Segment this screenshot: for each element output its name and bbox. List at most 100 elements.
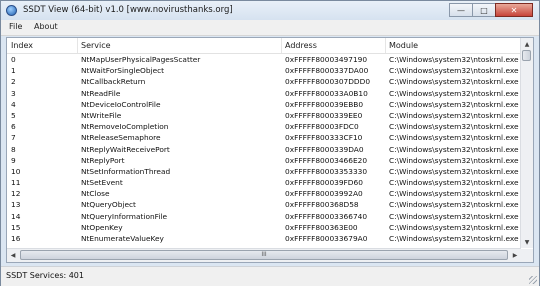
cell-module: C:\Windows\system32\ntoskrnl.exe bbox=[389, 110, 519, 120]
ssdt-list[interactable]: Index Service Address Module 0 NtMapUserP… bbox=[6, 37, 534, 263]
cell-index: 4 bbox=[11, 99, 16, 109]
maximize-button[interactable]: □ bbox=[472, 3, 496, 17]
table-row[interactable]: 2 NtCallbackReturn 0xFFFFF8000307DDD0 C:\Wi… bbox=[7, 76, 521, 87]
horizontal-scrollbar[interactable]: ◀ III ▶ bbox=[7, 248, 521, 262]
cell-service: NtQueryInformationFile bbox=[81, 211, 168, 221]
minimize-icon: — bbox=[457, 5, 465, 15]
maximize-icon: □ bbox=[480, 5, 488, 15]
table-row[interactable]: 16 NtEnumerateValueKey 0xFFFFF800033679A0 C… bbox=[7, 233, 521, 244]
cell-address: 0xFFFFF8000339EE0 bbox=[285, 110, 363, 120]
column-divider[interactable] bbox=[385, 38, 386, 53]
column-header-address[interactable]: Address bbox=[285, 41, 317, 50]
column-header-index[interactable]: Index bbox=[11, 41, 33, 50]
cell-service: NtWaitForSingleObject bbox=[81, 66, 165, 76]
cell-address: 0xFFFFF8000337DA00 bbox=[285, 66, 369, 76]
list-rows: 0 NtMapUserPhysicalPagesScatter 0xFFFFF800… bbox=[7, 54, 521, 244]
cell-module: C:\Windows\system32\ntoskrnl.exe bbox=[389, 122, 519, 132]
cell-address: 0xFFFFF800368D58 bbox=[285, 200, 359, 210]
cell-module: C:\Windows\system32\ntoskrnl.exe bbox=[389, 166, 519, 176]
window-title: SSDT View (64-bit) v1.0 [www.novirusthan… bbox=[23, 5, 233, 15]
minimize-button[interactable]: — bbox=[449, 3, 473, 17]
status-text: SSDT Services: 401 bbox=[6, 271, 84, 280]
cell-service: NtOpenKey bbox=[81, 222, 123, 232]
cell-module: C:\Windows\system32\ntoskrnl.exe bbox=[389, 88, 519, 98]
cell-module: C:\Windows\system32\ntoskrnl.exe bbox=[389, 99, 519, 109]
window-controls: — □ ✕ bbox=[449, 3, 533, 17]
close-button[interactable]: ✕ bbox=[495, 3, 533, 17]
column-divider[interactable] bbox=[281, 38, 282, 53]
horizontal-scroll-thumb[interactable]: III bbox=[20, 250, 508, 260]
table-row[interactable]: 0 NtMapUserPhysicalPagesScatter 0xFFFFF800… bbox=[7, 54, 521, 65]
table-row[interactable]: 9 NtReplyPort 0xFFFFF80003466E20 C:\Windows… bbox=[7, 155, 521, 166]
cell-address: 0xFFFFF800039FD60 bbox=[285, 178, 363, 188]
cell-index: 11 bbox=[11, 178, 21, 188]
cell-service: NtSetEvent bbox=[81, 178, 123, 188]
cell-index: 8 bbox=[11, 144, 16, 154]
scroll-left-arrow-icon[interactable]: ◀ bbox=[7, 249, 19, 262]
cell-index: 5 bbox=[11, 110, 16, 120]
cell-address: 0xFFFFF80003366740 bbox=[285, 211, 368, 221]
cell-address: 0xFFFFF8000339DA0 bbox=[285, 144, 364, 154]
cell-module: C:\Windows\system32\ntoskrnl.exe bbox=[389, 211, 519, 221]
cell-index: 3 bbox=[11, 88, 16, 98]
table-row[interactable]: 11 NtSetEvent 0xFFFFF800039FD60 C:\Windows\… bbox=[7, 177, 521, 188]
menu-bar: File About bbox=[1, 20, 539, 36]
resize-grip-icon[interactable] bbox=[529, 276, 537, 284]
cell-index: 9 bbox=[11, 155, 16, 165]
app-icon bbox=[6, 5, 17, 16]
table-row[interactable]: 13 NtQueryObject 0xFFFFF800368D58 C:\Window… bbox=[7, 199, 521, 210]
table-row[interactable]: 1 NtWaitForSingleObject 0xFFFFF8000337DA00… bbox=[7, 65, 521, 76]
cell-module: C:\Windows\system32\ntoskrnl.exe bbox=[389, 155, 519, 165]
cell-service: NtQueryObject bbox=[81, 200, 136, 210]
scroll-grip-icon: III bbox=[261, 251, 267, 258]
cell-address: 0xFFFFF80003353330 bbox=[285, 166, 368, 176]
cell-module: C:\Windows\system32\ntoskrnl.exe bbox=[389, 222, 519, 232]
table-row[interactable]: 12 NtClose 0xFFFFF80003992A0 C:\Windows\sys… bbox=[7, 188, 521, 199]
column-divider[interactable] bbox=[77, 38, 78, 53]
cell-index: 6 bbox=[11, 122, 16, 132]
scroll-up-arrow-icon[interactable]: ▲ bbox=[521, 38, 533, 50]
cell-service: NtClose bbox=[81, 189, 110, 199]
cell-index: 12 bbox=[11, 189, 21, 199]
cell-service: NtEnumerateValueKey bbox=[81, 234, 164, 243]
column-header-module[interactable]: Module bbox=[389, 41, 418, 50]
cell-service: NtDeviceIoControlFile bbox=[81, 99, 161, 109]
cell-module: C:\Windows\system32\ntoskrnl.exe bbox=[389, 200, 519, 210]
table-row[interactable]: 8 NtReplyWaitReceivePort 0xFFFFF8000339DA0… bbox=[7, 144, 521, 155]
status-bar: SSDT Services: 401 bbox=[1, 266, 539, 286]
cell-address: 0xFFFFF80003FDC0 bbox=[285, 122, 359, 132]
table-row[interactable]: 3 NtReadFile 0xFFFFF800033A0B10 C:\Windows\… bbox=[7, 88, 521, 99]
cell-service: NtReplyWaitReceivePort bbox=[81, 144, 170, 154]
table-row[interactable]: 14 NtQueryInformationFile 0xFFFFF800033667… bbox=[7, 211, 521, 222]
scroll-down-arrow-icon[interactable]: ▼ bbox=[521, 236, 533, 248]
scrollbar-corner bbox=[520, 249, 533, 262]
table-row[interactable]: 10 NtSetInformationThread 0xFFFFF800033533… bbox=[7, 166, 521, 177]
table-row[interactable]: 6 NtRemoveIoCompletion 0xFFFFF80003FDC0 C:\… bbox=[7, 121, 521, 132]
vertical-scrollbar[interactable]: ▲ ▼ bbox=[520, 38, 533, 248]
cell-module: C:\Windows\system32\ntoskrnl.exe bbox=[389, 66, 519, 76]
cell-service: NtRemoveIoCompletion bbox=[81, 122, 169, 132]
table-row[interactable]: 4 NtDeviceIoControlFile 0xFFFFF800039EBB0 C… bbox=[7, 99, 521, 110]
cell-service: NtMapUserPhysicalPagesScatter bbox=[81, 55, 201, 64]
cell-module: C:\Windows\system32\ntoskrnl.exe bbox=[389, 144, 519, 154]
cell-module: C:\Windows\system32\ntoskrnl.exe bbox=[389, 234, 519, 243]
table-row[interactable]: 7 NtReleaseSemaphore 0xFFFFF800333CF10 C:\W… bbox=[7, 132, 521, 143]
cell-module: C:\Windows\system32\ntoskrnl.exe bbox=[389, 77, 519, 87]
table-row[interactable]: 5 NtWriteFile 0xFFFFF8000339EE0 C:\Windows\… bbox=[7, 110, 521, 121]
cell-index: 13 bbox=[11, 200, 21, 210]
cell-address: 0xFFFFF80003466E20 bbox=[285, 155, 368, 165]
cell-address: 0xFFFFF8000307DDD0 bbox=[285, 77, 371, 87]
cell-address: 0xFFFFF80003497190 bbox=[285, 55, 368, 64]
vertical-scroll-thumb[interactable] bbox=[522, 50, 531, 61]
cell-address: 0xFFFFF800333CF10 bbox=[285, 133, 363, 143]
title-bar[interactable]: SSDT View (64-bit) v1.0 [www.novirusthan… bbox=[1, 1, 539, 20]
menu-about[interactable]: About bbox=[34, 22, 58, 31]
cell-index: 7 bbox=[11, 133, 16, 143]
cell-address: 0xFFFFF800363E00 bbox=[285, 222, 358, 232]
menu-file[interactable]: File bbox=[9, 22, 22, 31]
column-header-service[interactable]: Service bbox=[81, 41, 111, 50]
cell-address: 0xFFFFF800033679A0 bbox=[285, 234, 368, 243]
cell-service: NtWriteFile bbox=[81, 110, 122, 120]
table-row[interactable]: 15 NtOpenKey 0xFFFFF800363E00 C:\Windows\sy… bbox=[7, 222, 521, 233]
cell-service: NtReleaseSemaphore bbox=[81, 133, 161, 143]
